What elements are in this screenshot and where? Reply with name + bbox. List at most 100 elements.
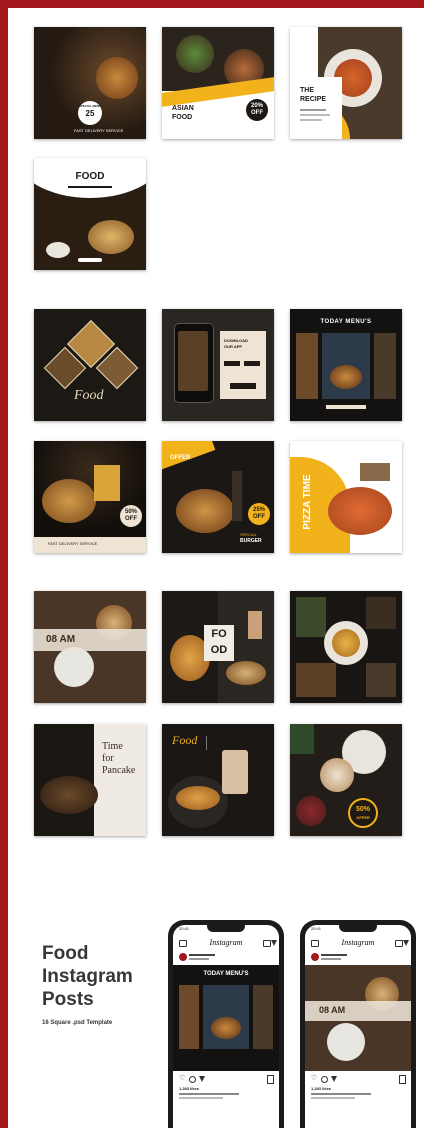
waffle-image (332, 629, 360, 657)
badge-off: OFF (125, 516, 137, 522)
side-image (374, 333, 396, 399)
special-line1: SPECIAL (240, 532, 257, 537)
phone-screen: 20:41 Instagram TODAY MENU'S ♡ 1,283 lik… (173, 925, 279, 1128)
download-line1: DOWNLOAD (224, 338, 248, 343)
discount-badge: 20% OFF (246, 99, 268, 121)
location (321, 958, 341, 960)
sandwich-image (226, 661, 266, 685)
comment-icon[interactable] (189, 1076, 196, 1083)
title-od: OD (210, 644, 228, 656)
badge-off: OFF (253, 514, 265, 520)
asian-title-line2: FOOD (172, 114, 193, 121)
today-menu-title: TODAY MENU'S (320, 319, 372, 325)
status-time: 20:41 (311, 926, 322, 931)
tv-icon[interactable] (263, 940, 271, 947)
username[interactable] (321, 954, 347, 956)
badge-percent: 50% (355, 806, 370, 813)
tv-icon[interactable] (395, 940, 403, 947)
bowl-image (327, 1023, 365, 1061)
like-count: 1,283 likes (179, 1086, 200, 1091)
camera-icon[interactable] (179, 940, 187, 947)
dish-image (88, 220, 134, 254)
tile-weekend-offer[interactable]: WEEKEND OFFER 25% OFF SPECIAL BURGER (162, 441, 274, 553)
tile-coffee-offer[interactable]: 50% OFFER (290, 724, 402, 836)
download-line2: OUR APP (224, 344, 243, 349)
coffee-cup-image (320, 758, 354, 792)
post-side-image (253, 985, 273, 1049)
camera-icon[interactable] (311, 940, 319, 947)
post-side-image (179, 985, 199, 1049)
discount-badge: 50% OFFER (348, 798, 378, 828)
burger-image (176, 489, 234, 533)
bookmark-icon[interactable] (399, 1075, 406, 1084)
avatar[interactable] (179, 953, 187, 961)
food-title: FOOD (75, 171, 105, 182)
tile-pizza-time[interactable]: PIZZA TIME (290, 441, 402, 553)
phone-notch (207, 925, 245, 932)
share-icon[interactable] (331, 1076, 337, 1082)
title-fo: FO (211, 628, 227, 640)
username[interactable] (189, 954, 215, 956)
bookmark-icon[interactable] (267, 1075, 274, 1084)
app-store-button (224, 361, 240, 366)
tile-burger-offer[interactable]: 50% OFF FAST DELIVERY SERVICE (34, 441, 146, 553)
text-line (300, 114, 330, 116)
share-icon[interactable] (199, 1076, 205, 1082)
drink-image (248, 611, 262, 639)
tile-croissant[interactable]: Food (162, 724, 274, 836)
dessert-image (296, 796, 326, 826)
discount-badge: 50% OFF (120, 505, 142, 527)
food-script-title: Food (172, 733, 198, 747)
send-icon[interactable] (271, 940, 277, 946)
text-line (300, 109, 326, 111)
tile-today-menu[interactable]: TODAY MENU'S (290, 309, 402, 421)
avatar[interactable] (311, 953, 319, 961)
phone-mockup-2: 20:41 Instagram 08 AM ♡ 1,283 likes (300, 920, 416, 1128)
heart-icon[interactable]: ♡ (179, 1075, 185, 1082)
phone-mockup-1: 20:41 Instagram TODAY MENU'S ♡ 1,283 lik… (168, 920, 284, 1128)
tile-food-collage[interactable] (290, 591, 402, 703)
heart-icon[interactable]: ♡ (311, 1075, 317, 1082)
bowl-image (54, 647, 94, 687)
location (189, 958, 209, 960)
pancake-image (40, 776, 98, 814)
comment-icon[interactable] (321, 1076, 328, 1083)
play-store-button (244, 361, 260, 366)
badge-percent: 25% (252, 507, 265, 513)
tile-pancake[interactable]: Time for Pancake (34, 724, 146, 836)
badge-percent: 20% (250, 103, 263, 109)
tile-food[interactable]: FOOD (34, 158, 146, 270)
bowl-image (46, 242, 70, 258)
recipe-title-line2: RECIPE (300, 96, 327, 103)
caption (179, 1093, 239, 1095)
delivery-text: FAST DELIVERY SERVICE (74, 128, 124, 133)
time-label: 08 AM (46, 634, 76, 645)
post-banner: TODAY MENU'S (203, 971, 249, 977)
food-script-title: Food (74, 388, 104, 403)
collage-image (296, 597, 326, 637)
tile-the-recipe[interactable]: THE RECIPE (290, 27, 402, 139)
send-icon[interactable] (403, 940, 409, 946)
cta-pill (78, 258, 102, 262)
tile-download-app[interactable]: DOWNLOAD OUR APP (162, 309, 274, 421)
template-preview-sheet: SPECIAL MENU 25 FAST DELIVERY SERVICE AS… (8, 8, 424, 1128)
cta-button (230, 383, 256, 389)
burger-image (330, 365, 362, 389)
badge-percent: 50% (124, 509, 137, 515)
dish-image (96, 57, 138, 99)
pancake-line1: Time (102, 741, 123, 752)
tile-asian-food[interactable]: ASIAN FOOD 20% OFF (162, 27, 274, 139)
promo-title-line2: Instagram (42, 966, 133, 987)
tile-08am[interactable]: 08 AM (34, 591, 146, 703)
tile-fo-od[interactable]: FO OD (162, 591, 274, 703)
tile-food-diamonds[interactable]: Food (34, 309, 146, 421)
special-line2: BURGER (240, 538, 262, 544)
dish-image (176, 35, 214, 73)
pancake-line2: for (102, 753, 114, 764)
collage-image (296, 663, 336, 697)
status-time: 20:41 (179, 926, 190, 931)
badge-offer: OFFER (356, 815, 370, 820)
tile-special-menu[interactable]: SPECIAL MENU 25 FAST DELIVERY SERVICE (34, 27, 146, 139)
post-banner: 08 AM (319, 1005, 346, 1015)
side-image (296, 333, 318, 399)
